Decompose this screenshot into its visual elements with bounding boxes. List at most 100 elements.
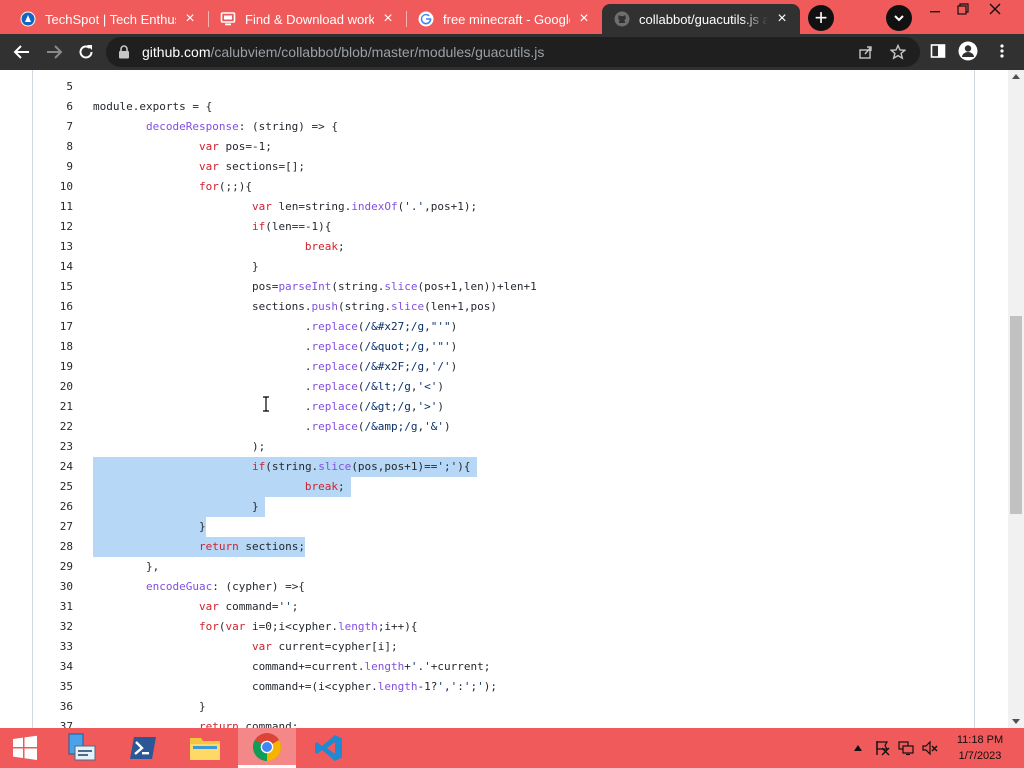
line-number[interactable]: 5 xyxy=(33,77,73,97)
scroll-up-arrow-icon[interactable] xyxy=(1012,74,1020,79)
line-number[interactable]: 7 xyxy=(33,117,73,137)
code-text[interactable]: var pos=-1; xyxy=(93,137,272,157)
code-text[interactable]: } xyxy=(93,517,206,537)
code-text[interactable]: .replace(/&lt;/g,'<') xyxy=(93,377,444,397)
code-text[interactable]: } xyxy=(93,497,259,517)
line-number[interactable]: 20 xyxy=(33,377,73,397)
code-text[interactable]: break; xyxy=(93,237,345,257)
system-clock[interactable]: 11:18 PM 1/7/2023 xyxy=(948,732,1012,764)
code-text[interactable]: .replace(/&#x27;/g,"'") xyxy=(93,317,457,337)
code-text[interactable]: } xyxy=(93,257,259,277)
line-number[interactable]: 14 xyxy=(33,257,73,277)
action-center-flag-icon[interactable] xyxy=(874,740,890,756)
speaker-muted-icon[interactable] xyxy=(922,740,938,756)
code-text[interactable]: module.exports = { xyxy=(93,97,212,117)
close-icon[interactable]: × xyxy=(182,11,198,27)
tab-techspot[interactable]: TechSpot | Tech Enthusiast × xyxy=(8,4,208,34)
code-text[interactable]: if(string.slice(pos,pos+1)==';'){ xyxy=(93,457,471,477)
new-tab-button[interactable]: + xyxy=(808,5,834,31)
code-text[interactable]: pos=parseInt(string.slice(pos+1,len))+le… xyxy=(93,277,537,297)
close-icon[interactable]: × xyxy=(774,11,790,27)
close-icon[interactable]: × xyxy=(380,11,396,27)
line-number[interactable]: 27 xyxy=(33,517,73,537)
taskbar-app-file-manager[interactable] xyxy=(52,728,110,768)
line-number[interactable]: 23 xyxy=(33,437,73,457)
scroll-down-arrow-icon[interactable] xyxy=(1012,719,1020,724)
taskbar-app-vscode[interactable] xyxy=(300,728,358,768)
taskbar-app-chrome[interactable] xyxy=(238,728,296,768)
close-icon[interactable]: × xyxy=(576,11,592,27)
reload-button[interactable] xyxy=(74,40,98,64)
line-number[interactable]: 21 xyxy=(33,397,73,417)
back-button[interactable] xyxy=(10,40,34,64)
start-button[interactable] xyxy=(0,728,50,768)
code-text[interactable]: for(var i=0;i<cypher.length;i++){ xyxy=(93,617,418,637)
code-text[interactable]: .replace(/&amp;/g,'&') xyxy=(93,417,451,437)
line-number[interactable]: 12 xyxy=(33,217,73,237)
code-text[interactable]: break; xyxy=(93,477,345,497)
code-text[interactable]: var len=string.indexOf('.',pos+1); xyxy=(93,197,477,217)
code-text[interactable]: ); xyxy=(93,437,265,457)
line-number[interactable]: 22 xyxy=(33,417,73,437)
network-icon[interactable] xyxy=(898,740,914,756)
line-number[interactable]: 29 xyxy=(33,557,73,577)
scrollbar-thumb[interactable] xyxy=(1010,316,1022,514)
code-text[interactable]: command+=current.length+'.'+current; xyxy=(93,657,490,677)
line-number[interactable]: 35 xyxy=(33,677,73,697)
line-number[interactable]: 26 xyxy=(33,497,73,517)
menu-button[interactable] xyxy=(992,41,1012,61)
code-text[interactable]: var current=cypher[i]; xyxy=(93,637,398,657)
lock-icon[interactable] xyxy=(118,45,130,64)
tab-find-download[interactable]: Find & Download working × xyxy=(208,4,406,34)
line-number[interactable]: 36 xyxy=(33,697,73,717)
line-number[interactable]: 9 xyxy=(33,157,73,177)
taskbar-app-powershell[interactable] xyxy=(114,728,172,768)
line-number[interactable]: 32 xyxy=(33,617,73,637)
code-text[interactable]: .replace(/&quot;/g,'"') xyxy=(93,337,457,357)
tab-google-search[interactable]: free minecraft - Google S × xyxy=(406,4,602,34)
code-text[interactable]: encodeGuac: (cypher) =>{ xyxy=(93,577,305,597)
code-text[interactable]: .replace(/&#x2F;/g,'/') xyxy=(93,357,457,377)
line-number[interactable]: 34 xyxy=(33,657,73,677)
address-bar[interactable]: github.com/calubviem/collabbot/blob/mast… xyxy=(106,37,920,67)
code-text[interactable]: for(;;){ xyxy=(93,177,252,197)
share-icon[interactable] xyxy=(858,44,874,60)
side-panel-button[interactable] xyxy=(928,41,948,61)
line-number[interactable]: 6 xyxy=(33,97,73,117)
code-text[interactable]: sections.push(string.slice(len+1,pos) xyxy=(93,297,497,317)
line-number[interactable]: 28 xyxy=(33,537,73,557)
line-number[interactable]: 19 xyxy=(33,357,73,377)
code-text[interactable]: }, xyxy=(93,557,159,577)
line-number[interactable]: 8 xyxy=(33,137,73,157)
line-number[interactable]: 13 xyxy=(33,237,73,257)
code-text[interactable]: } xyxy=(93,697,206,717)
bookmark-star-icon[interactable] xyxy=(890,44,906,60)
code-text[interactable]: if(len==-1){ xyxy=(93,217,331,237)
line-number[interactable]: 24 xyxy=(33,457,73,477)
vertical-scrollbar[interactable] xyxy=(1008,70,1024,728)
tab-search-button[interactable] xyxy=(886,5,912,31)
code-text[interactable]: return command; xyxy=(93,717,298,728)
code-text[interactable]: return sections; xyxy=(93,537,305,557)
close-window-button[interactable] xyxy=(980,0,1010,22)
line-number[interactable]: 17 xyxy=(33,317,73,337)
line-number[interactable]: 10 xyxy=(33,177,73,197)
taskbar-app-file-explorer[interactable] xyxy=(176,728,234,768)
code-text[interactable]: decodeResponse: (string) => { xyxy=(93,117,338,137)
tab-collabbot-active[interactable]: collabbot/guacutils.js at master × xyxy=(602,4,800,34)
line-number[interactable]: 30 xyxy=(33,577,73,597)
line-number[interactable]: 31 xyxy=(33,597,73,617)
show-hidden-icons-button[interactable] xyxy=(850,740,866,756)
line-number[interactable]: 11 xyxy=(33,197,73,217)
code-text[interactable]: var command=''; xyxy=(93,597,298,617)
forward-button[interactable] xyxy=(42,40,66,64)
line-number[interactable]: 16 xyxy=(33,297,73,317)
restore-button[interactable] xyxy=(948,0,978,22)
line-number[interactable]: 33 xyxy=(33,637,73,657)
code-text[interactable]: command+=(i<cypher.length-1?',':';'); xyxy=(93,677,497,697)
url-text[interactable]: github.com/calubviem/collabbot/blob/mast… xyxy=(142,44,544,60)
profile-button[interactable] xyxy=(958,41,978,61)
line-number[interactable]: 18 xyxy=(33,337,73,357)
code-text[interactable]: var sections=[]; xyxy=(93,157,305,177)
minimize-button[interactable] xyxy=(920,0,950,22)
